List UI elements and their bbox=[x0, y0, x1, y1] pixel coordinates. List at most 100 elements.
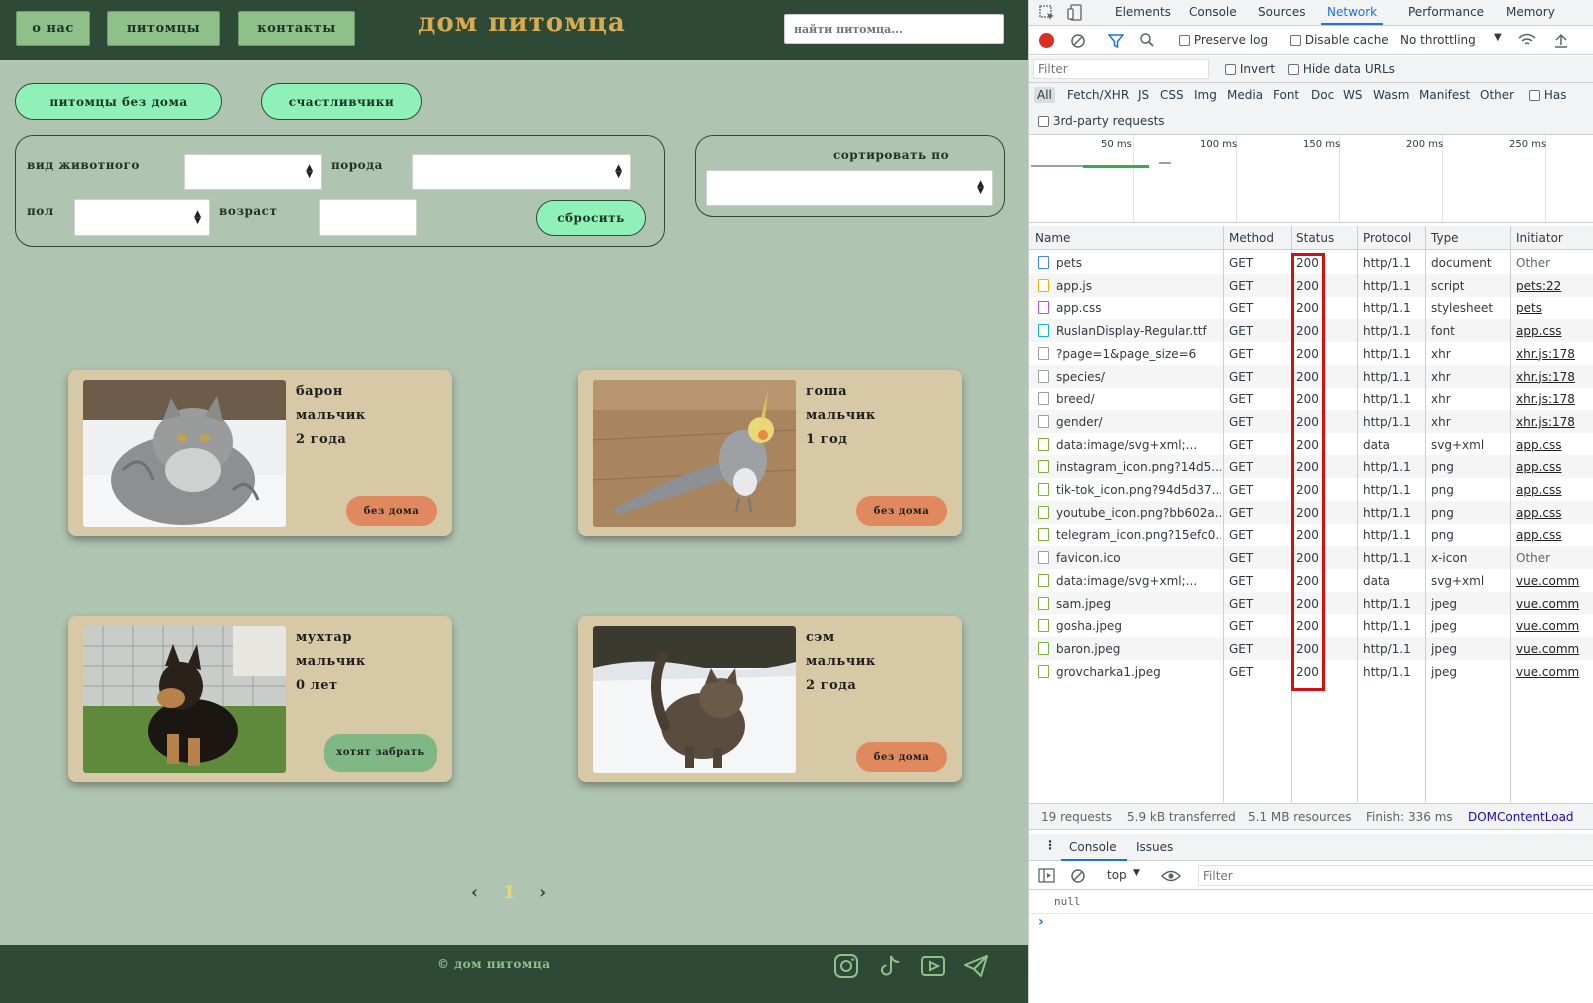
drawer-tab-console[interactable]: Console bbox=[1069, 840, 1117, 854]
column-initiator[interactable]: Initiator bbox=[1516, 231, 1563, 245]
disable-cache-toggle[interactable]: Disable cache bbox=[1290, 33, 1389, 47]
search-icon[interactable] bbox=[1139, 32, 1155, 48]
sidebar-toggle-icon[interactable] bbox=[1038, 868, 1055, 883]
pet-status-badge[interactable]: хотят забрать bbox=[324, 734, 437, 772]
request-initiator[interactable]: pets bbox=[1516, 301, 1593, 315]
chevron-down-icon[interactable]: ▼ bbox=[1133, 868, 1140, 878]
has-blocked-cookies-checkbox[interactable] bbox=[1529, 90, 1540, 101]
gender-select[interactable]: ▲ ▼ bbox=[74, 199, 210, 236]
invert-toggle[interactable]: Invert bbox=[1225, 62, 1275, 76]
request-initiator[interactable]: app.css bbox=[1516, 528, 1593, 542]
tab-console[interactable]: Console bbox=[1189, 5, 1237, 19]
pager-prev-button[interactable]: ‹ bbox=[471, 882, 478, 903]
pet-search-input[interactable] bbox=[784, 14, 1004, 44]
chevron-down-icon[interactable]: ▼ bbox=[1494, 32, 1502, 43]
invert-checkbox[interactable] bbox=[1225, 64, 1236, 75]
drawer-menu-icon[interactable]: ⋮ bbox=[1044, 838, 1056, 852]
column-status[interactable]: Status bbox=[1296, 231, 1334, 245]
request-initiator[interactable]: vue.comm bbox=[1516, 619, 1593, 633]
type-filter-img[interactable]: Img bbox=[1194, 88, 1217, 102]
request-initiator[interactable]: vue.comm bbox=[1516, 597, 1593, 611]
request-initiator[interactable]: app.css bbox=[1516, 438, 1593, 452]
request-initiator[interactable]: vue.comm bbox=[1516, 642, 1593, 656]
preserve-log-checkbox[interactable] bbox=[1179, 35, 1190, 46]
has-blocked-cookies-toggle[interactable]: Has bbox=[1529, 88, 1566, 102]
network-conditions-icon[interactable] bbox=[1518, 32, 1536, 48]
network-timeline-overview[interactable]: 50 ms 100 ms 150 ms 200 ms 250 ms bbox=[1029, 135, 1593, 223]
type-filter-wasm[interactable]: Wasm bbox=[1373, 88, 1409, 102]
request-initiator[interactable]: app.css bbox=[1516, 460, 1593, 474]
third-party-checkbox[interactable] bbox=[1038, 116, 1049, 127]
reset-filters-button[interactable]: сбросить bbox=[536, 200, 646, 236]
instagram-icon[interactable] bbox=[833, 953, 859, 979]
device-toolbar-icon[interactable] bbox=[1067, 4, 1083, 21]
type-filter-doc[interactable]: Doc bbox=[1311, 88, 1334, 102]
filter-icon[interactable] bbox=[1108, 33, 1124, 49]
column-method[interactable]: Method bbox=[1229, 231, 1274, 245]
column-protocol[interactable]: Protocol bbox=[1363, 231, 1411, 245]
age-input[interactable] bbox=[319, 199, 417, 236]
request-initiator[interactable]: vue.comm bbox=[1516, 574, 1593, 588]
pet-status-badge[interactable]: без дома bbox=[856, 742, 947, 772]
type-filter-media[interactable]: Media bbox=[1227, 88, 1263, 102]
tab-lucky-pets[interactable]: счастливчики bbox=[261, 83, 422, 120]
request-initiator[interactable]: vue.comm bbox=[1516, 665, 1593, 679]
tab-homeless-pets[interactable]: питомцы без дома bbox=[15, 83, 222, 120]
drawer-tab-issues[interactable]: Issues bbox=[1136, 840, 1173, 854]
clear-console-icon[interactable] bbox=[1070, 868, 1086, 884]
type-filter-font[interactable]: Font bbox=[1273, 88, 1299, 102]
console-filter-input[interactable] bbox=[1198, 865, 1593, 886]
type-filter-manifest[interactable]: Manifest bbox=[1419, 88, 1470, 102]
type-filter-js[interactable]: JS bbox=[1138, 88, 1149, 102]
inspect-element-icon[interactable] bbox=[1039, 5, 1055, 21]
request-initiator[interactable]: pets:22 bbox=[1516, 279, 1593, 293]
hide-data-urls-checkbox[interactable] bbox=[1288, 64, 1299, 75]
record-icon[interactable] bbox=[1039, 33, 1054, 48]
sort-select[interactable]: ▲ ▼ bbox=[706, 170, 993, 206]
hide-data-urls-toggle[interactable]: Hide data URLs bbox=[1288, 62, 1395, 76]
pet-card[interactable]: гоша мальчик 1 год без дома bbox=[578, 370, 962, 536]
nav-pets-button[interactable]: питомцы bbox=[107, 11, 220, 46]
tab-elements[interactable]: Elements bbox=[1115, 5, 1171, 19]
type-filter-css[interactable]: CSS bbox=[1160, 88, 1184, 102]
pet-card[interactable]: сэм мальчик 2 года без дома bbox=[578, 616, 962, 782]
tiktok-icon[interactable] bbox=[877, 953, 903, 979]
type-filter-ws[interactable]: WS bbox=[1343, 88, 1362, 102]
column-type[interactable]: Type bbox=[1431, 231, 1459, 245]
pager-next-button[interactable]: › bbox=[539, 882, 546, 903]
column-name[interactable]: Name bbox=[1035, 231, 1070, 245]
request-initiator[interactable]: xhr.js:178 bbox=[1516, 415, 1593, 429]
pet-card[interactable]: мухтар мальчик 0 лет хотят забрать bbox=[68, 616, 452, 782]
console-context-select[interactable]: top bbox=[1107, 868, 1127, 882]
request-initiator[interactable]: xhr.js:178 bbox=[1516, 392, 1593, 406]
console-prompt[interactable]: › bbox=[1038, 914, 1044, 930]
tab-performance[interactable]: Performance bbox=[1408, 5, 1484, 19]
site-logo[interactable]: дом питомца bbox=[418, 8, 626, 38]
request-initiator[interactable]: app.css bbox=[1516, 483, 1593, 497]
type-filter-all[interactable]: All bbox=[1034, 87, 1055, 103]
type-filter-other[interactable]: Other bbox=[1480, 88, 1514, 102]
network-filter-input[interactable] bbox=[1033, 59, 1209, 79]
nav-about-button[interactable]: о нас bbox=[16, 11, 90, 46]
tab-network[interactable]: Network bbox=[1320, 5, 1384, 25]
pet-card[interactable]: барон мальчик 2 года без дома bbox=[68, 370, 452, 536]
import-har-icon[interactable] bbox=[1553, 32, 1569, 48]
nav-contacts-button[interactable]: контакты bbox=[238, 11, 355, 46]
breed-select[interactable]: ▲ ▼ bbox=[412, 154, 631, 190]
pet-status-badge[interactable]: без дома bbox=[856, 496, 947, 526]
throttling-select[interactable]: No throttling bbox=[1400, 33, 1476, 47]
clear-icon[interactable] bbox=[1070, 33, 1086, 49]
type-filter-fetch-xhr[interactable]: Fetch/XHR bbox=[1067, 88, 1129, 102]
request-initiator[interactable]: xhr.js:178 bbox=[1516, 370, 1593, 384]
request-initiator[interactable]: app.css bbox=[1516, 506, 1593, 520]
third-party-toggle[interactable]: 3rd-party requests bbox=[1038, 114, 1165, 128]
pet-status-badge[interactable]: без дома bbox=[346, 496, 437, 526]
species-select[interactable]: ▲ ▼ bbox=[184, 154, 322, 190]
request-initiator[interactable]: app.css bbox=[1516, 324, 1593, 338]
eye-icon[interactable] bbox=[1161, 869, 1181, 883]
pager-current-page[interactable]: 1 bbox=[503, 882, 516, 903]
telegram-icon[interactable] bbox=[963, 953, 989, 979]
disable-cache-checkbox[interactable] bbox=[1290, 35, 1301, 46]
tab-sources[interactable]: Sources bbox=[1258, 5, 1305, 19]
request-initiator[interactable]: xhr.js:178 bbox=[1516, 347, 1593, 361]
